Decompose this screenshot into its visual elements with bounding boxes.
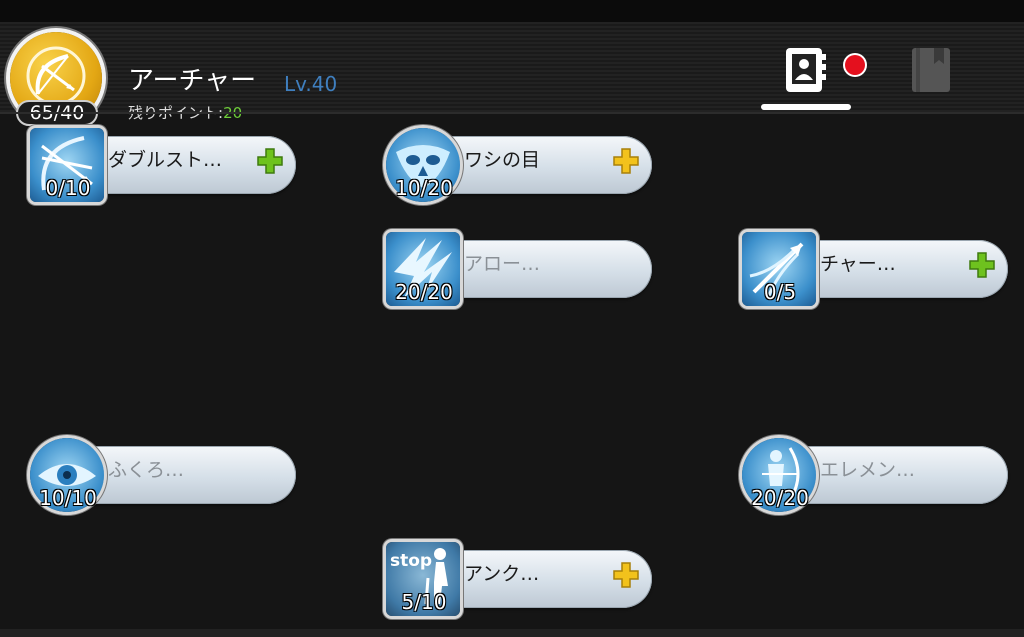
plus-icon[interactable] — [256, 147, 284, 175]
class-level: Lv.40 — [284, 72, 338, 96]
class-name: アーチャー — [128, 66, 257, 96]
skill-name: ふくろ… — [108, 459, 185, 481]
status-bar — [0, 0, 1024, 22]
skill-icon-text: stop — [390, 551, 432, 571]
skill-name: ワシの目 — [464, 149, 541, 171]
skill-level: 0/5 — [763, 280, 797, 304]
skill-double-strike[interactable]: ダブルスト… 0/10 — [30, 128, 300, 206]
plus-icon[interactable] — [612, 561, 640, 589]
skill-book-profile-icon — [786, 48, 826, 92]
skill-owl[interactable]: ふくろ… 10/10 — [30, 438, 300, 516]
skill-name: アロー… — [464, 253, 541, 275]
skill-level: 20/20 — [751, 486, 809, 510]
plus-icon[interactable] — [612, 147, 640, 175]
notification-badge — [845, 55, 865, 75]
skill-level: 10/10 — [39, 486, 97, 510]
skill-ankle[interactable]: stop アンク… 5/10 — [386, 542, 656, 620]
skill-level: 20/20 — [395, 280, 453, 304]
tab-bookmarks[interactable] — [908, 44, 954, 98]
skill-name: ダブルスト… — [108, 149, 223, 171]
header-divider — [0, 112, 1024, 114]
plus-icon[interactable] — [968, 251, 996, 279]
tab-skills[interactable] — [782, 44, 828, 98]
skill-name: アンク… — [464, 563, 540, 585]
skill-charge[interactable]: チャー… 0/5 — [742, 232, 1012, 310]
bookmark-book-icon — [912, 48, 950, 92]
skill-level: 0/10 — [45, 176, 91, 200]
skill-eagle-eye[interactable]: ワシの目 10/20 — [386, 128, 656, 206]
class-header: 65/40 アーチャー Lv.40 残りポイント:20 — [0, 22, 1024, 126]
skill-arrow[interactable]: アロー… 20/20 — [386, 232, 656, 310]
bottom-divider — [0, 629, 1024, 637]
skill-level: 5/10 — [401, 590, 447, 614]
skill-elemental[interactable]: エレメン… 20/20 — [742, 438, 1012, 516]
active-tab-indicator — [761, 104, 851, 110]
skill-name: エレメン… — [820, 459, 916, 481]
skill-name: チャー… — [820, 253, 896, 275]
skill-level: 10/20 — [395, 176, 453, 200]
bow-icon — [26, 46, 86, 106]
